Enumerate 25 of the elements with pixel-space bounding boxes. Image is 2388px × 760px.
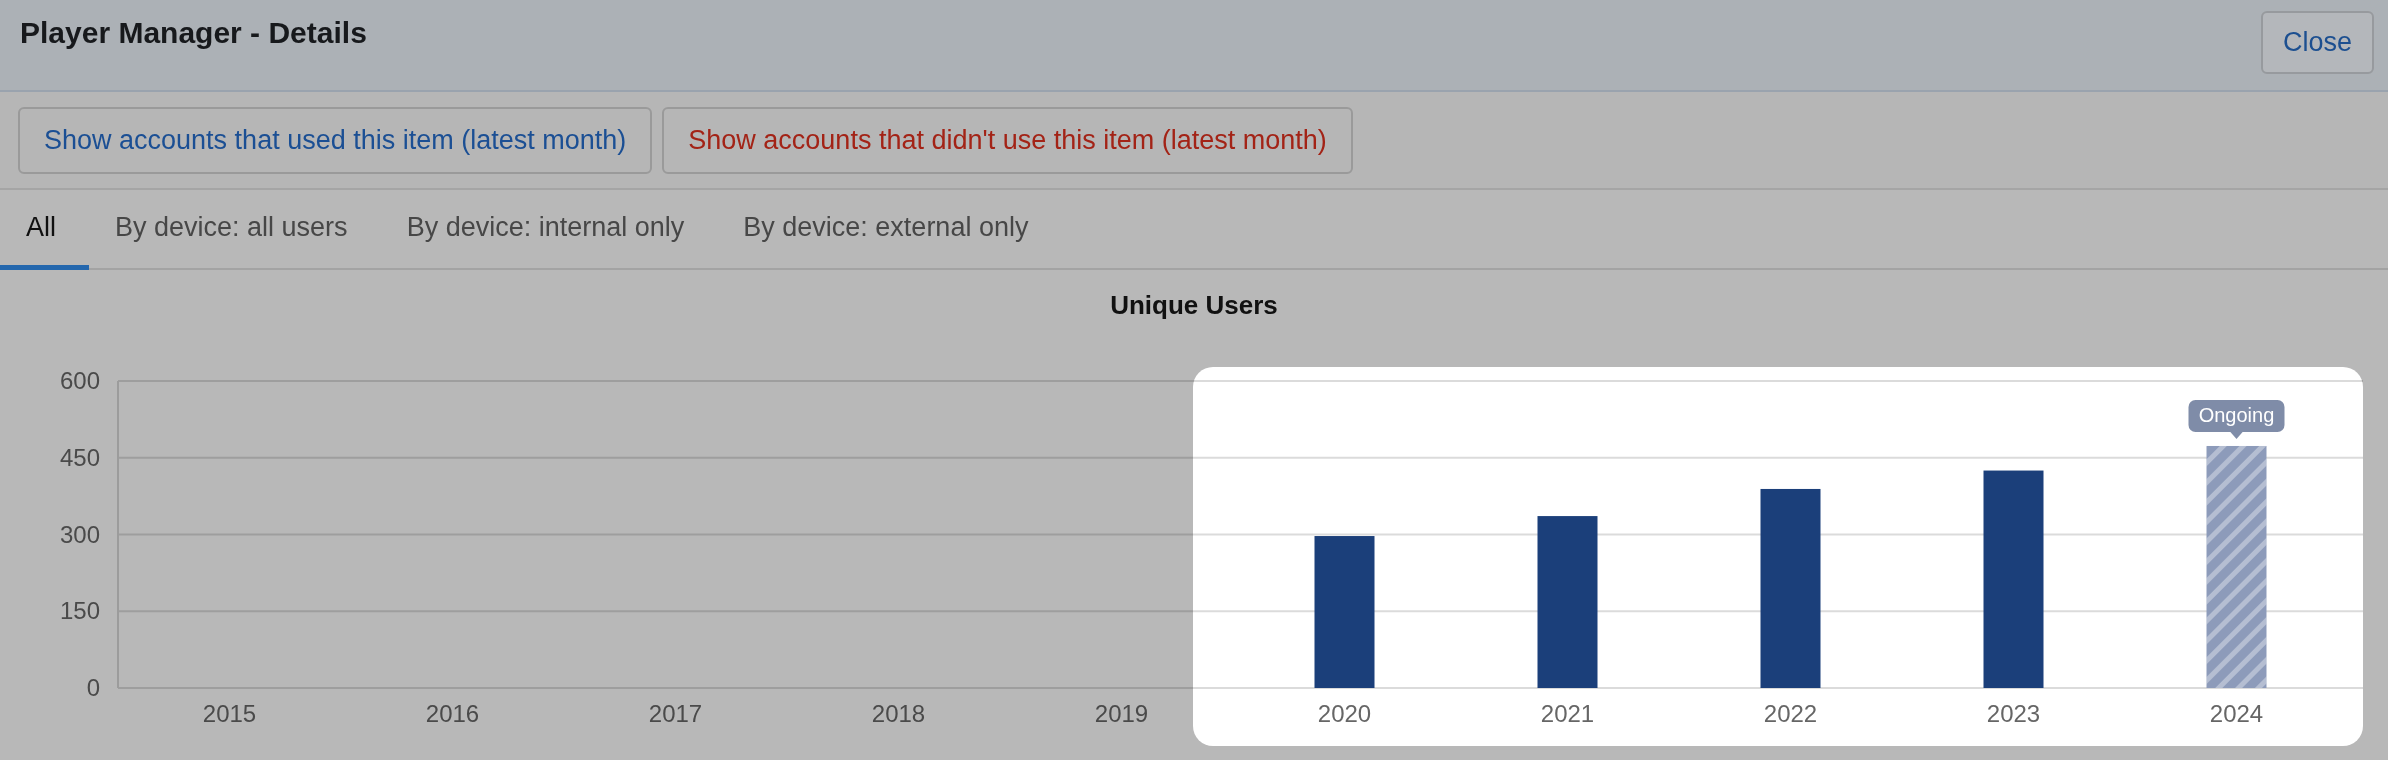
- series-label: Ongoing: [2198, 403, 2275, 426]
- tab[interactable]: By device: internal only: [380, 190, 718, 270]
- x-axis-label: 2017: [648, 700, 703, 727]
- tab[interactable]: By device: external only: [717, 190, 1062, 270]
- action-button[interactable]: Show accounts that didn't use this item (latest month): [662, 106, 1353, 174]
- y-axis-label: 0: [86, 674, 100, 701]
- x-axis-label: 2018: [871, 700, 926, 727]
- x-axis-label: 2019: [1094, 700, 1149, 727]
- close-button[interactable]: Close: [2260, 11, 2374, 74]
- action-button[interactable]: Show accounts that used this item (latest month): [18, 106, 653, 174]
- tab[interactable]: All: [0, 190, 89, 270]
- x-axis-label: 2015: [202, 700, 257, 727]
- x-axis-label: 2023: [1986, 700, 2041, 727]
- chart-title: Unique Users: [1110, 290, 1278, 320]
- x-axis-label: 2020: [1317, 700, 1372, 727]
- y-axis-label: 600: [59, 367, 100, 394]
- y-axis-label: 150: [59, 597, 100, 625]
- x-axis-label: 2016: [425, 700, 480, 727]
- x-axis-label: 2021: [1540, 700, 1595, 727]
- tab[interactable]: By device: all users: [89, 190, 381, 270]
- window-title: Player Manager - Details: [20, 16, 367, 50]
- y-axis-label: 300: [59, 520, 100, 548]
- y-axis-label: 450: [59, 443, 100, 471]
- x-axis-label: 2024: [2209, 700, 2264, 727]
- x-axis-label: 2022: [1763, 700, 1818, 727]
